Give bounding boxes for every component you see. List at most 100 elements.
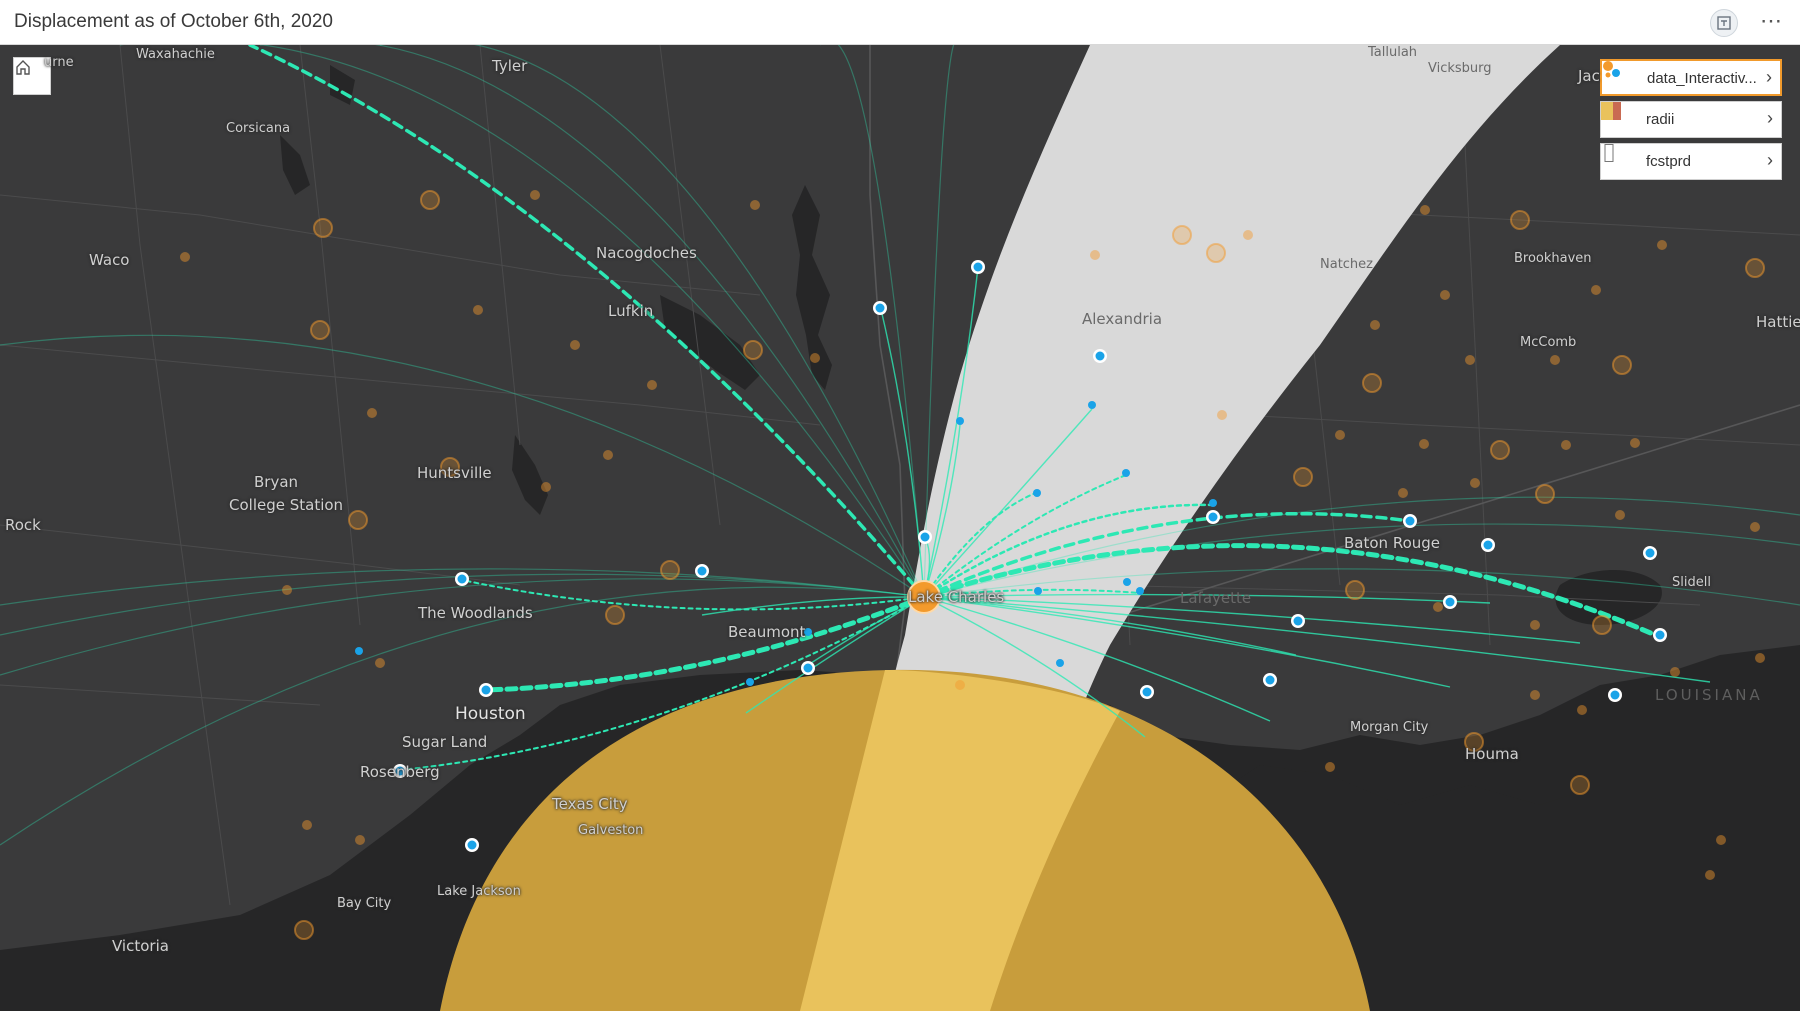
more-icon[interactable]: ⋯: [1760, 8, 1783, 34]
city-label: Vicksburg: [1428, 61, 1492, 76]
destination-point[interactable]: [1405, 516, 1415, 526]
destination-point[interactable]: [1122, 469, 1130, 477]
destination-point[interactable]: [1136, 587, 1144, 595]
centroid-dot: [660, 560, 680, 580]
map-canvas[interactable]: [0, 45, 1800, 1011]
centroid-dot: [530, 190, 540, 200]
city-label: Nacogdoches: [596, 244, 697, 262]
city-label: College Station: [229, 496, 344, 514]
destination-point[interactable]: [1123, 578, 1131, 586]
outline-swatch-icon: [1604, 144, 1614, 162]
city-label: Lake Charles: [908, 588, 1005, 606]
filter-icon[interactable]: [1710, 9, 1738, 37]
destination-point[interactable]: [1033, 489, 1041, 497]
city-label: Waco: [89, 251, 130, 269]
centroid-dot: [367, 408, 377, 418]
centroid-dot: [1561, 440, 1571, 450]
destination-point[interactable]: [1208, 512, 1218, 522]
destination-point[interactable]: [746, 678, 754, 686]
city-label: Baton Rouge: [1344, 534, 1440, 552]
centroid-dot: [294, 920, 314, 940]
destination-point[interactable]: [973, 262, 983, 272]
destination-point[interactable]: [1142, 687, 1152, 697]
centroid-dot: [1530, 690, 1540, 700]
centroid-dot: [313, 218, 333, 238]
filter-icon-glyph: [1717, 16, 1731, 30]
centroid-dot: [1293, 467, 1313, 487]
centroid-dot: [1335, 430, 1345, 440]
layer-label: data_Interactiv...: [1647, 70, 1757, 87]
destination-point[interactable]: [956, 417, 964, 425]
city-label: The Woodlands: [418, 604, 533, 622]
destination-point[interactable]: [1645, 548, 1655, 558]
centroid-dot: [603, 450, 613, 460]
layer-radii[interactable]: radii ›: [1600, 101, 1782, 138]
destination-point[interactable]: [1056, 659, 1064, 667]
city-label: urne: [44, 55, 74, 70]
centroid-dot: [302, 820, 312, 830]
layer-data-interactive[interactable]: data_Interactiv... ›: [1600, 59, 1782, 96]
centroid-dot: [743, 340, 763, 360]
centroid-dot: [1433, 602, 1443, 612]
destination-point[interactable]: [355, 647, 363, 655]
destination-point[interactable]: [1265, 675, 1275, 685]
state-label: LOUISIANA: [1655, 686, 1763, 704]
destination-point[interactable]: [803, 663, 813, 673]
centroid-dot: [1243, 230, 1253, 240]
destination-point[interactable]: [1483, 540, 1493, 550]
centroid-dot: [1490, 440, 1510, 460]
destination-point[interactable]: [1445, 597, 1455, 607]
layer-fcstprd[interactable]: fcstprd ›: [1600, 143, 1782, 180]
destination-point[interactable]: [1655, 630, 1665, 640]
city-label: Rosenberg: [360, 763, 440, 781]
centroid-dot: [1550, 355, 1560, 365]
centroid-dot: [1398, 488, 1408, 498]
centroid-dot: [420, 190, 440, 210]
centroid-dot: [1615, 510, 1625, 520]
city-label: Lake Jackson: [437, 884, 521, 899]
centroid-dot: [570, 340, 580, 350]
city-label: Jac: [1578, 67, 1600, 85]
city-label: Galveston: [578, 823, 644, 838]
centroid-dot: [1510, 210, 1530, 230]
city-label: Houston: [455, 704, 526, 724]
centroid-dot: [1440, 290, 1450, 300]
centroid-dot: [1755, 653, 1765, 663]
destination-point[interactable]: [457, 574, 467, 584]
destination-point[interactable]: [1209, 499, 1217, 507]
city-label: Sugar Land: [402, 733, 488, 751]
destination-point[interactable]: [467, 840, 477, 850]
city-label: Lufkin: [608, 302, 654, 320]
destination-point[interactable]: [875, 303, 885, 313]
centroid-dot: [1705, 870, 1715, 880]
destination-point[interactable]: [1088, 401, 1096, 409]
city-label: Tyler: [492, 57, 528, 75]
layer-label: radii: [1646, 111, 1675, 128]
chevron-right-icon: ›: [1767, 150, 1773, 170]
centroid-dot: [1630, 438, 1640, 448]
destination-point[interactable]: [1610, 690, 1620, 700]
destination-point[interactable]: [920, 532, 930, 542]
home-icon: [16, 60, 30, 75]
centroid-dot: [810, 353, 820, 363]
destination-point[interactable]: [1293, 616, 1303, 626]
centroid-dot: [1420, 205, 1430, 215]
destination-point[interactable]: [481, 685, 491, 695]
centroid-dot: [1670, 667, 1680, 677]
polygon-swatch-icon: [1601, 102, 1621, 120]
dashboard-map-card: Displacement as of October 6th, 2020 ⋯ d…: [0, 0, 1800, 1011]
centroid-dot: [282, 585, 292, 595]
destination-point[interactable]: [1034, 587, 1042, 595]
city-label: Lafayette: [1180, 589, 1252, 607]
centroid-dot: [1716, 835, 1726, 845]
centroid-dot: [1530, 620, 1540, 630]
card-header: Displacement as of October 6th, 2020 ⋯: [0, 0, 1800, 45]
map-view[interactable]: data_Interactiv... › radii › fcstprd › u…: [0, 45, 1800, 1011]
destination-point[interactable]: [1095, 351, 1105, 361]
centroid-dot: [1465, 355, 1475, 365]
centroid-dot: [1419, 439, 1429, 449]
destination-point[interactable]: [697, 566, 707, 576]
centroid-dot: [1745, 258, 1765, 278]
centroid-dot: [1535, 484, 1555, 504]
city-label: Alexandria: [1082, 310, 1163, 328]
